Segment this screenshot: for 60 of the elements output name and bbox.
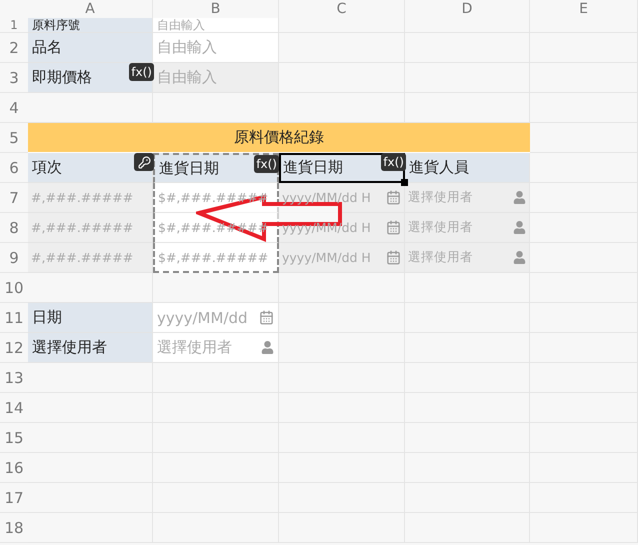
grid-cell[interactable] — [530, 153, 638, 183]
table-cell[interactable]: #,###.##### — [28, 213, 153, 243]
table-cell[interactable]: 選擇使用者 — [405, 243, 530, 273]
table-cell[interactable]: yyyy/MM/dd H — [279, 183, 405, 213]
input-field[interactable]: 自由輸入 — [153, 63, 279, 93]
calendar-icon — [259, 310, 274, 325]
calendar-icon — [386, 220, 401, 235]
grid-cell[interactable] — [28, 93, 153, 123]
grid-cell[interactable] — [153, 273, 279, 303]
field-label-text: 品名 — [32, 38, 62, 57]
table-cell[interactable]: 選擇使用者 — [405, 183, 530, 213]
grid-cell[interactable] — [530, 93, 638, 123]
table-cell[interactable]: $#,###.##### — [153, 243, 279, 273]
grid-cell[interactable] — [530, 123, 638, 153]
grid-cell[interactable] — [279, 273, 405, 303]
calendar-icon — [386, 190, 401, 205]
grid-cell[interactable] — [279, 33, 405, 63]
header-cell[interactable]: 進貨日期 fx() — [279, 153, 405, 183]
grid-cell[interactable] — [279, 18, 405, 33]
grid-cell[interactable] — [279, 363, 405, 393]
header-cell[interactable]: 項次 — [28, 153, 153, 183]
fill-handle[interactable] — [401, 179, 408, 186]
grid-cell[interactable] — [279, 303, 405, 333]
table-title: 原料價格紀錄 — [28, 123, 530, 153]
grid-cell[interactable] — [28, 363, 153, 393]
grid-cell[interactable] — [153, 363, 279, 393]
input-field[interactable]: 自由輸入 — [153, 33, 279, 63]
formula-badge: fx() — [254, 155, 279, 173]
field-label-text: 即期價格 — [32, 68, 92, 87]
input-field[interactable]: yyyy/MM/dd — [153, 303, 279, 333]
field-label-text: 原料序號 — [32, 16, 80, 34]
grid-cell[interactable] — [279, 333, 405, 363]
field-label: 選擇使用者 — [28, 333, 153, 363]
table-cell[interactable]: #,###.##### — [28, 183, 153, 213]
grid-cell[interactable] — [279, 63, 405, 93]
grid-cell[interactable] — [28, 273, 153, 303]
field-label: 日期 — [28, 303, 153, 333]
user-icon — [513, 221, 526, 234]
table-cell[interactable]: yyyy/MM/dd H — [279, 243, 405, 273]
table-cell[interactable]: 選擇使用者 — [405, 213, 530, 243]
header-cell[interactable]: 進貨人員 — [405, 153, 530, 183]
grid-cell[interactable] — [530, 183, 638, 213]
calendar-icon — [386, 250, 401, 265]
grid-cell[interactable] — [153, 93, 279, 123]
input-field[interactable]: 選擇使用者 — [153, 333, 279, 363]
grid-cell[interactable] — [279, 93, 405, 123]
user-icon — [513, 251, 526, 264]
column-title: 項次 — [32, 158, 62, 177]
column-title: 進貨日期 — [283, 158, 343, 177]
column-title: 進貨人員 — [409, 158, 469, 177]
table-cell[interactable]: #,###.##### — [28, 243, 153, 273]
column-title: 進貨日期 — [159, 159, 219, 178]
grid-cell[interactable] — [405, 93, 530, 123]
user-icon — [513, 191, 526, 204]
input-field[interactable]: 自由輸入 — [153, 18, 279, 33]
row-number: 1 — [0, 18, 28, 33]
formula-badge: fx() — [381, 153, 406, 171]
user-icon — [261, 341, 274, 354]
formula-badge: fx() — [129, 63, 154, 81]
header-cell[interactable]: 進貨日期 fx() — [153, 153, 279, 183]
